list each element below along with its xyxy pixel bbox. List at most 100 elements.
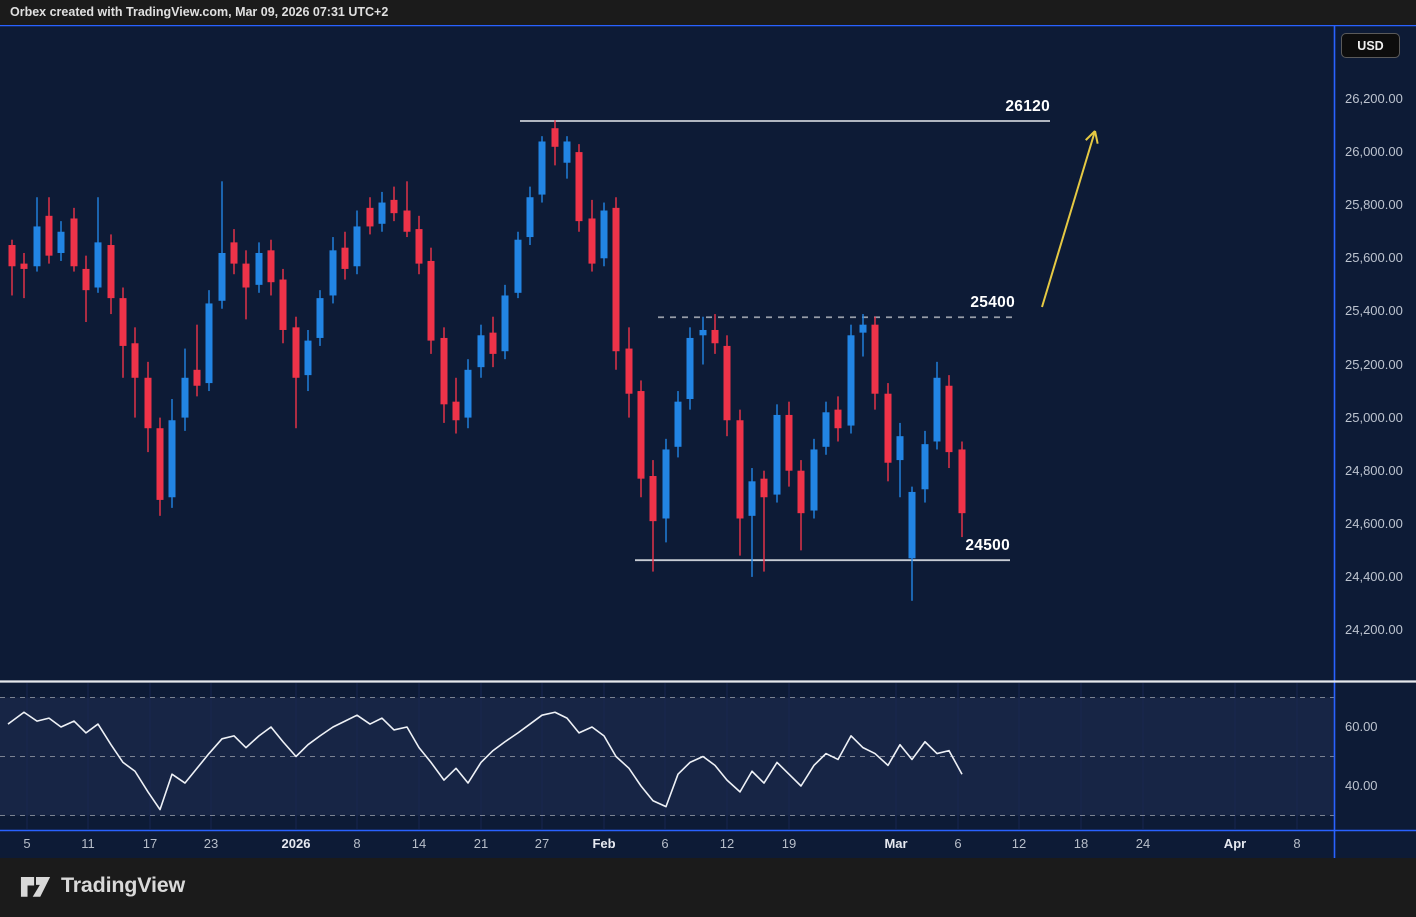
- time-tick: Feb: [592, 836, 615, 851]
- candle-body: [922, 444, 929, 489]
- candle-body: [157, 428, 164, 500]
- tradingview-logo[interactable]: TradingView: [20, 872, 185, 899]
- up-arrow-shaft[interactable]: [1042, 131, 1095, 307]
- candle-body: [786, 415, 793, 471]
- candle-body: [761, 479, 768, 498]
- candle-body: [330, 250, 337, 295]
- currency-button[interactable]: USD: [1341, 33, 1400, 58]
- candle-body: [71, 218, 78, 266]
- candle-body: [909, 492, 916, 558]
- candle-body: [650, 476, 657, 521]
- candle-body: [108, 245, 115, 298]
- candle-body: [576, 152, 583, 221]
- candle-body: [256, 253, 263, 285]
- candle-body: [897, 436, 904, 460]
- time-tick: 17: [143, 836, 157, 851]
- candle-body: [293, 327, 300, 377]
- candle-body: [589, 218, 596, 263]
- candle-body: [724, 346, 731, 420]
- candle-body: [638, 391, 645, 479]
- tradingview-chart-page: Orbex created with TradingView.com, Mar …: [0, 0, 1416, 917]
- candle-body: [539, 141, 546, 194]
- chart-surface[interactable]: [0, 0, 1416, 917]
- candle-body: [687, 338, 694, 399]
- candle-body: [626, 349, 633, 394]
- candle-body: [872, 325, 879, 394]
- price-tick: 25,800.00: [1345, 197, 1403, 212]
- candle-body: [601, 211, 608, 259]
- up-arrow-head: [1095, 131, 1098, 144]
- price-tick: 24,400.00: [1345, 569, 1403, 584]
- candle-body: [305, 341, 312, 376]
- rsi-axis-label-60: 60.00: [1345, 719, 1378, 734]
- time-tick: 5: [23, 836, 30, 851]
- tradingview-logo-icon: [20, 872, 52, 899]
- candle-body: [848, 335, 855, 425]
- candle-body: [182, 378, 189, 418]
- candle-body: [367, 208, 374, 227]
- candle-body: [835, 410, 842, 429]
- candle-body: [502, 295, 509, 351]
- candle-body: [453, 402, 460, 421]
- candle-body: [700, 330, 707, 335]
- candle-body: [515, 240, 522, 293]
- time-tick: Apr: [1224, 836, 1246, 851]
- candle-body: [823, 412, 830, 447]
- candle-body: [83, 269, 90, 290]
- support-level-label[interactable]: 24500: [965, 537, 1010, 555]
- candle-body: [95, 242, 102, 287]
- candle-body: [663, 449, 670, 518]
- candle-body: [527, 197, 534, 237]
- price-tick: 25,000.00: [1345, 410, 1403, 425]
- candle-body: [564, 141, 571, 162]
- candle-body: [885, 394, 892, 463]
- candle-body: [478, 335, 485, 367]
- candle-body: [317, 298, 324, 338]
- candle-body: [342, 248, 349, 269]
- candle-body: [206, 303, 213, 383]
- rsi-axis-label-40: 40.00: [1345, 778, 1378, 793]
- candle-body: [132, 343, 139, 378]
- time-tick: 6: [954, 836, 961, 851]
- candle-body: [194, 370, 201, 386]
- candle-body: [243, 264, 250, 288]
- time-tick: 24: [1136, 836, 1150, 851]
- price-tick: 25,400.00: [1345, 303, 1403, 318]
- price-tick: 24,600.00: [1345, 516, 1403, 531]
- price-tick: 24,800.00: [1345, 463, 1403, 478]
- candle-body: [280, 280, 287, 330]
- candle-body: [749, 481, 756, 516]
- candle-body: [46, 216, 53, 256]
- time-tick: 8: [353, 836, 360, 851]
- resistance-level-label[interactable]: 26120: [1005, 98, 1050, 116]
- time-tick: Mar: [884, 836, 907, 851]
- time-tick: 2026: [282, 836, 311, 851]
- candle-body: [231, 242, 238, 263]
- candle-body: [404, 211, 411, 232]
- candle-body: [21, 264, 28, 269]
- candle-body: [34, 226, 41, 266]
- top-bar: Orbex created with TradingView.com, Mar …: [0, 0, 1416, 25]
- candle-body: [860, 325, 867, 333]
- footer-bar: TradingView: [0, 858, 1416, 917]
- time-tick: 23: [204, 836, 218, 851]
- tradingview-logo-text: TradingView: [61, 873, 185, 898]
- candle-body: [737, 420, 744, 518]
- time-tick: 18: [1074, 836, 1088, 851]
- price-tick: 26,000.00: [1345, 144, 1403, 159]
- candle-body: [490, 333, 497, 354]
- candle-body: [552, 128, 559, 147]
- time-tick: 8: [1293, 836, 1300, 851]
- candle-body: [416, 229, 423, 264]
- candle-body: [169, 420, 176, 497]
- candle-body: [465, 370, 472, 418]
- price-tick: 26,200.00: [1345, 91, 1403, 106]
- time-tick: 19: [782, 836, 796, 851]
- candle-body: [959, 449, 966, 513]
- candle-body: [9, 245, 16, 266]
- mid-level-label[interactable]: 25400: [970, 294, 1015, 312]
- time-tick: 6: [661, 836, 668, 851]
- time-tick: 27: [535, 836, 549, 851]
- candle-body: [219, 253, 226, 301]
- candle-body: [145, 378, 152, 428]
